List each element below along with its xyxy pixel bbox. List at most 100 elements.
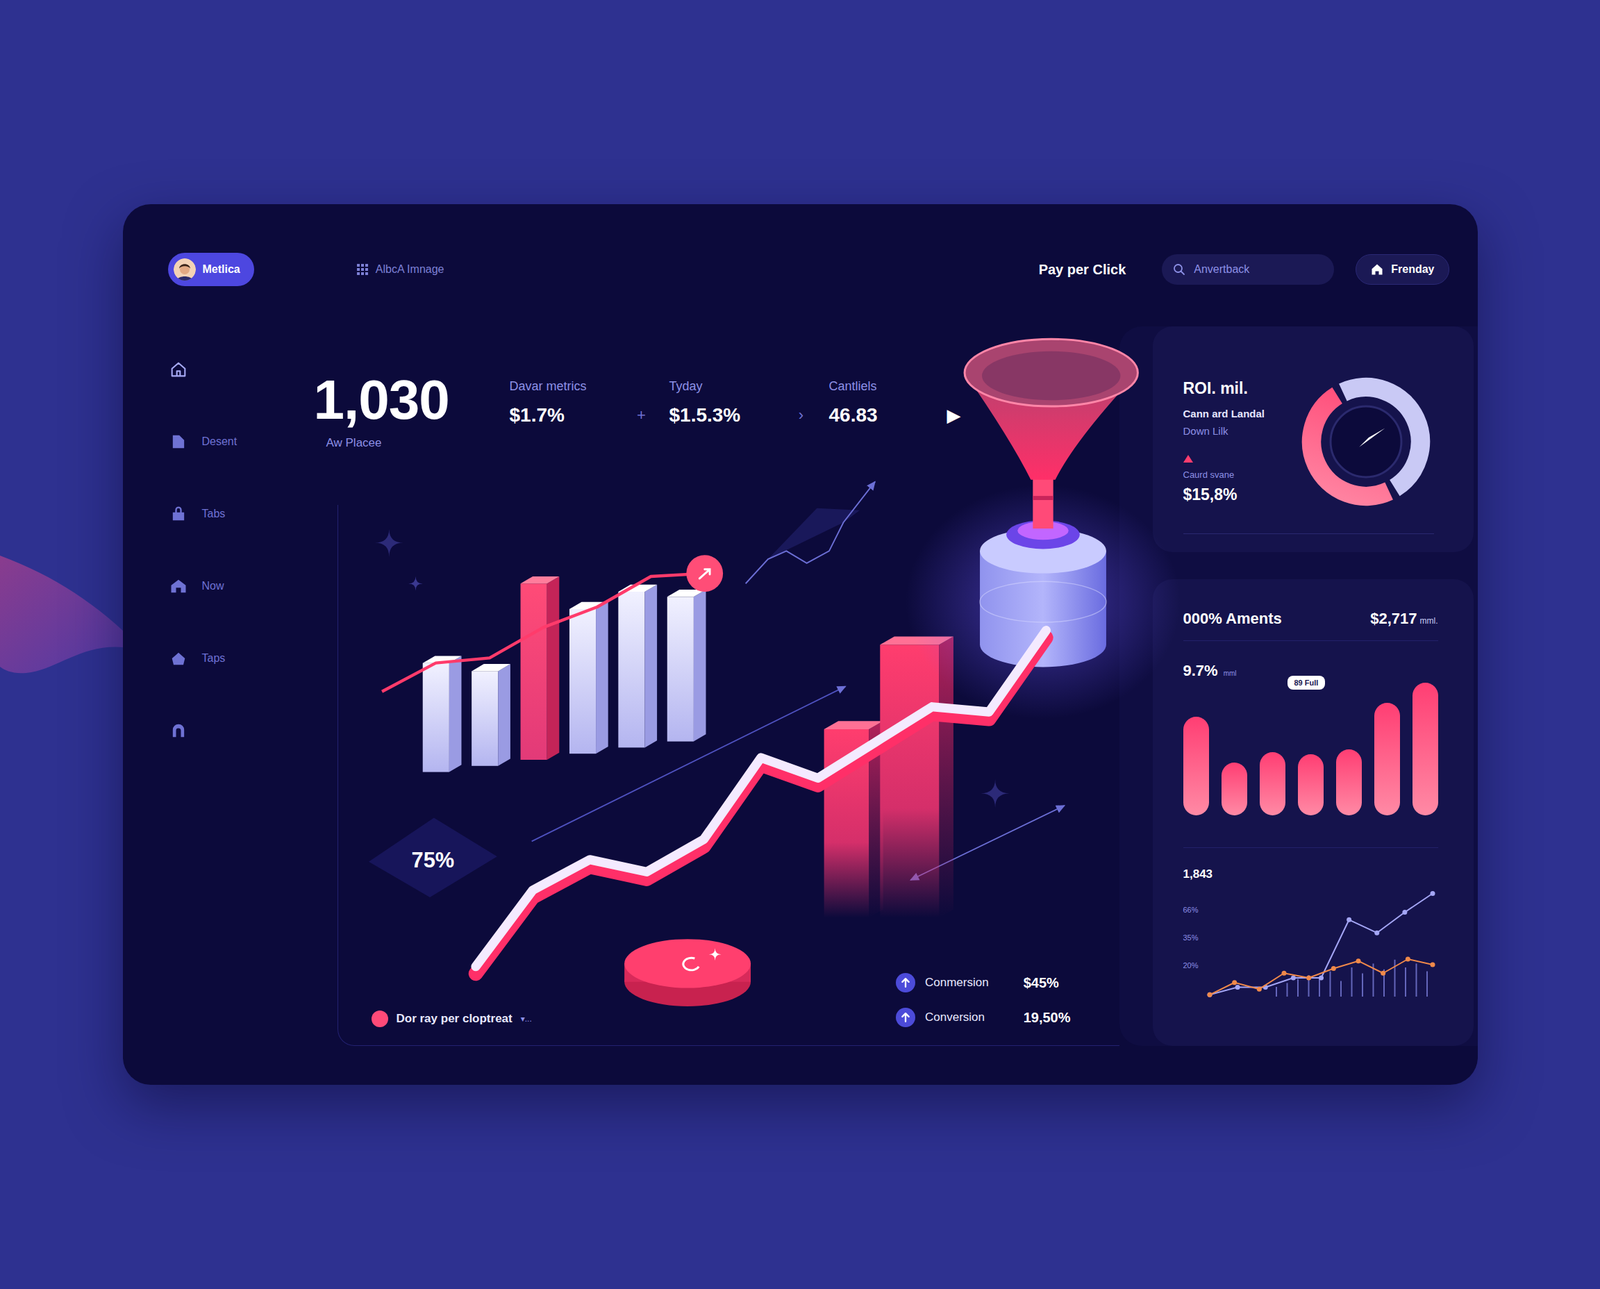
chart-bar[interactable]: [1336, 749, 1362, 816]
metric-separator[interactable]: ›: [773, 403, 830, 428]
data-point[interactable]: [1380, 970, 1386, 976]
sidebar-item[interactable]: Now: [168, 550, 307, 623]
grid-icon: [356, 263, 369, 276]
amounts-bar-chart: 89 Full: [1183, 682, 1439, 816]
profile-button[interactable]: Metlica: [168, 252, 255, 287]
metric: Cantliels46.83▶: [829, 379, 975, 428]
spike: [1415, 963, 1417, 997]
line-chart: [1206, 885, 1436, 1003]
growth-illustration: 75%: [338, 504, 1120, 1046]
avatar-icon: [173, 258, 196, 281]
dashboard-body: DesentTabsNowTaps1,030Aw PlaceeDavar met…: [122, 326, 1478, 1046]
nav-icon: [168, 720, 189, 741]
metric: Davar metrics$1.7%+: [509, 379, 670, 428]
nav-icon: [168, 359, 189, 380]
data-point[interactable]: [1374, 930, 1380, 936]
data-point[interactable]: [1402, 909, 1407, 915]
chart-bar: [618, 584, 657, 748]
dashboard-card: MetlicaAlbcA ImnagePay per ClickFrendayD…: [122, 204, 1478, 1085]
roi-subtitle: Cann ard Landal: [1183, 407, 1266, 420]
nav-icon: [168, 648, 189, 669]
day-button[interactable]: Frenday: [1355, 254, 1449, 285]
spike: [1318, 977, 1321, 997]
page: MetlicaAlbcA ImnagePay per ClickFrendayD…: [0, 0, 1600, 1289]
sidebar-item[interactable]: Tabs: [168, 477, 307, 550]
home-icon: [1370, 262, 1385, 277]
data-point[interactable]: [1306, 975, 1312, 981]
axis-tick: 35%: [1183, 932, 1207, 943]
chart-bar[interactable]: [1221, 762, 1248, 816]
chart-bar[interactable]: [1259, 752, 1286, 816]
sparkle-icon: [980, 779, 1010, 808]
growth-chart: 75%Dor ray per cloptreat▾...Conmersion$4…: [337, 504, 1120, 1046]
sidebar-label: Now: [202, 579, 225, 593]
sidebar-item[interactable]: [168, 694, 307, 767]
chart-bar[interactable]: [1374, 702, 1400, 816]
data-point[interactable]: [1346, 917, 1352, 923]
chart-bar[interactable]: [1412, 682, 1439, 816]
arrow-icon: [910, 805, 1064, 880]
conversion-list: Conmersion$45%Conversion19,50%: [895, 972, 1071, 1028]
search-field[interactable]: [1161, 254, 1335, 285]
sidebar: Desent Tabs Now Taps: [122, 326, 307, 1046]
conversion-value: 19,50%: [1023, 1009, 1071, 1026]
search-input[interactable]: [1192, 262, 1323, 277]
data-point[interactable]: [1290, 975, 1296, 981]
metric-label: Davar metrics: [509, 379, 614, 394]
needle-icon: [1359, 427, 1385, 447]
data-point[interactable]: [1231, 979, 1237, 985]
conversion-label: Conmersion: [895, 972, 989, 993]
spike: [1393, 959, 1396, 997]
amounts-card: 000% Aments$2,717mml.9.7%mml89 Full1,843…: [1152, 579, 1474, 1046]
sidebar-label: Taps: [202, 652, 226, 665]
conversion-label: Conversion: [895, 1007, 989, 1028]
roi-card: ROI. mil.Cann ard LandalDown LilkCaurd s…: [1152, 326, 1474, 553]
svg-text:75%: 75%: [411, 847, 455, 873]
roi-value: $15,8%: [1183, 485, 1266, 505]
data-point[interactable]: [1281, 970, 1287, 976]
metric-separator[interactable]: +: [613, 403, 670, 428]
nav-icon: [168, 431, 189, 452]
mini-trend-icon: [745, 481, 875, 585]
main-area: 1,030Aw PlaceeDavar metrics$1.7%+Tyday$1…: [306, 326, 1120, 1046]
pink-disc-icon: [624, 938, 751, 1007]
roi-title: ROI. mil.: [1183, 379, 1266, 398]
stats-row: 1,030Aw PlaceeDavar metrics$1.7%+Tyday$1…: [306, 326, 1120, 450]
line-series: [1206, 956, 1435, 998]
spike: [1404, 967, 1407, 997]
metric-label: Tyday: [669, 379, 774, 394]
sidebar-item[interactable]: Taps: [168, 622, 307, 695]
data-point[interactable]: [1355, 958, 1361, 964]
metric-label: Cantliels: [829, 379, 934, 394]
data-point[interactable]: [1429, 890, 1435, 896]
metric: Tyday$1.5.3%›: [669, 379, 830, 428]
search-icon: [1172, 263, 1186, 276]
arrow-up-icon: [895, 1007, 916, 1028]
roi-gauge: [1297, 373, 1435, 510]
data-point[interactable]: [1256, 986, 1262, 992]
sidebar-item[interactable]: [168, 333, 307, 406]
workspace-switcher[interactable]: AlbcA Imnage: [356, 263, 445, 276]
metric-separator[interactable]: ▶: [933, 403, 975, 428]
spike: [1426, 971, 1428, 997]
data-point[interactable]: [1318, 975, 1324, 981]
y-axis: 66%35%20%: [1183, 885, 1207, 1003]
sidebar-item[interactable]: Desent: [168, 405, 307, 478]
nav-icon: [168, 504, 189, 524]
legend-item[interactable]: Dor ray per cloptreat▾...: [371, 1010, 532, 1028]
chart-bar[interactable]: [1297, 754, 1324, 816]
top-bar: MetlicaAlbcA ImnagePay per ClickFrenday: [122, 252, 1478, 287]
data-point[interactable]: [1234, 984, 1240, 990]
chart-bar[interactable]: [1183, 716, 1210, 816]
data-point[interactable]: [1330, 965, 1336, 971]
sidebar-label: Tabs: [202, 507, 226, 521]
roi-link[interactable]: Down Lilk: [1183, 425, 1266, 437]
chart-bar: [422, 655, 462, 772]
spike: [1286, 982, 1288, 997]
data-point[interactable]: [1404, 956, 1410, 962]
data-point[interactable]: [1206, 992, 1212, 998]
workspace-label: AlbcA Imnage: [375, 263, 445, 276]
data-point[interactable]: [1206, 992, 1212, 998]
data-point[interactable]: [1429, 962, 1435, 968]
sidebar-label: Desent: [202, 435, 238, 448]
